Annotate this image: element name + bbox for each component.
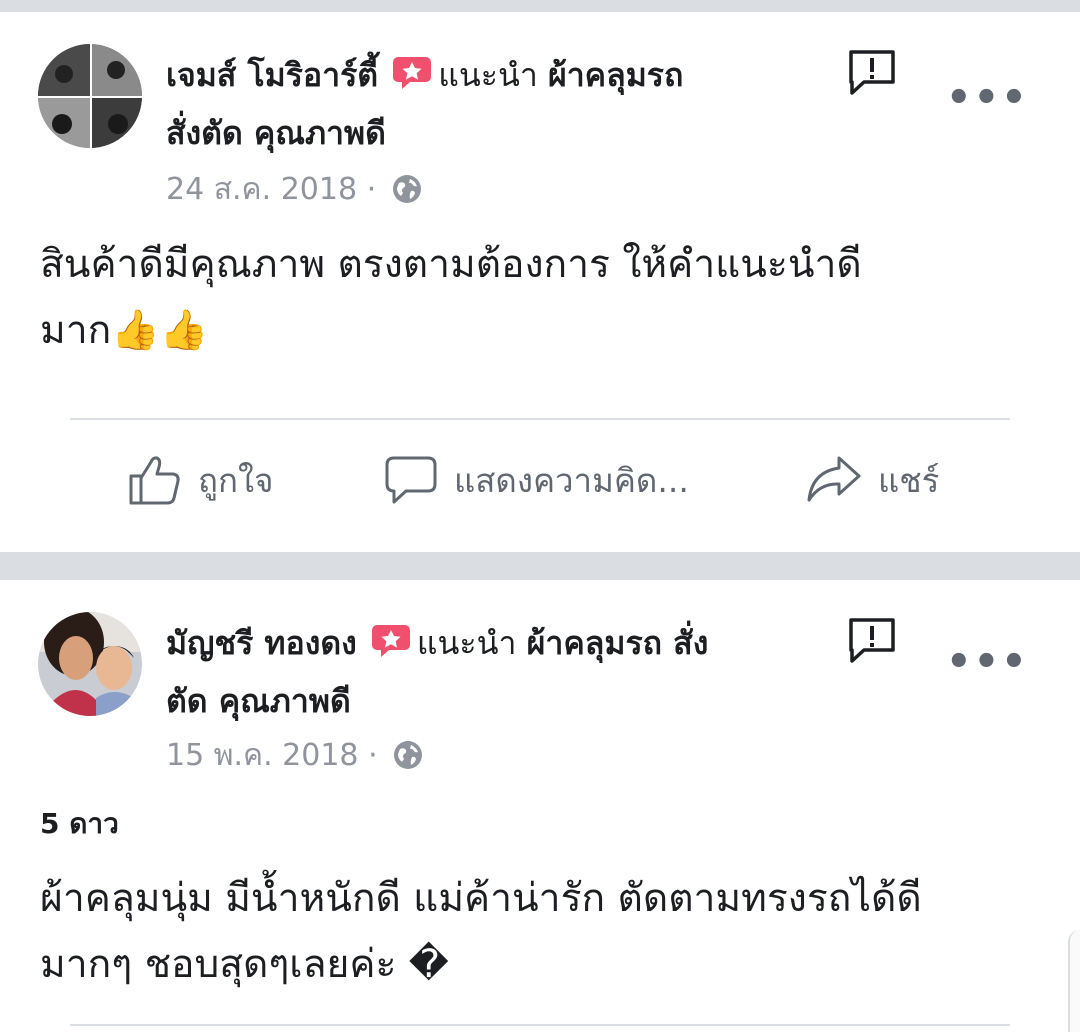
- post-header-line-2: สั่งตัด คุณภาพดี: [166, 106, 846, 160]
- page-name-continued[interactable]: ตัด คุณภาพดี: [166, 682, 351, 720]
- author-name[interactable]: มัญชรี ทองดง: [166, 624, 357, 662]
- globe-icon: [393, 740, 423, 770]
- page-name[interactable]: ผ้าคลุมรถ สั่ง: [527, 624, 709, 662]
- share-button[interactable]: แชร์: [806, 450, 939, 510]
- action-bar: ถูกใจ แสดงความคิด... แชร์: [0, 450, 1080, 510]
- comment-label: แสดงความคิด...: [454, 460, 689, 500]
- post-header-line-2: ตัด คุณภาพดี: [166, 674, 846, 728]
- review-text-line: มาก👍👍: [40, 308, 209, 353]
- feed-separator: [0, 0, 1080, 12]
- page-name[interactable]: ผ้าคลุมรถ: [548, 56, 683, 94]
- globe-icon: [392, 174, 422, 204]
- author-name[interactable]: เจมส์ โมริอาร์ตี้: [166, 56, 378, 94]
- more-dots-icon[interactable]: •••: [946, 78, 1029, 118]
- like-button[interactable]: ถูกใจ: [128, 450, 273, 510]
- recommend-label: แนะนำ: [438, 56, 538, 94]
- post-header-line: เจมส์ โมริอาร์ตี้ แนะนำ ผ้าคลุมรถ: [166, 48, 846, 102]
- page-name-continued[interactable]: สั่งตัด คุณภาพดี: [166, 114, 386, 152]
- review-text-line: มากๆ ชอบสุดๆเลยค่ะ �: [40, 942, 449, 987]
- share-label: แชร์: [878, 460, 940, 500]
- meta-separator: ·: [368, 738, 378, 773]
- review-post: เจมส์ โมริอาร์ตี้ แนะนำ ผ้าคลุมรถ สั่งตั…: [0, 12, 1080, 552]
- report-exclamation-icon[interactable]: [846, 48, 898, 98]
- divider: [70, 418, 1010, 420]
- review-text-line: ผ้าคลุมนุ่ม มีน้ำหนักดี แม่ค้าน่ารัก ตัด…: [40, 876, 922, 921]
- avatar[interactable]: [38, 44, 142, 148]
- review-text-line: สินค้าดีมีคุณภาพ ตรงตามต้องการ ให้คำแนะน…: [40, 242, 862, 287]
- meta-separator: ·: [366, 172, 377, 207]
- post-meta: 24 ส.ค. 2018 ·: [166, 170, 422, 210]
- post-date[interactable]: 15 พ.ค. 2018: [166, 738, 359, 773]
- avatar[interactable]: [38, 612, 142, 716]
- post-date[interactable]: 24 ส.ค. 2018: [166, 172, 357, 207]
- post-header-line: มัญชรี ทองดง แนะนำ ผ้าคลุมรถ สั่ง: [166, 616, 846, 670]
- divider: [70, 1024, 1010, 1026]
- rating-label: 5 ดาว: [40, 807, 119, 840]
- review-text: สินค้าดีมีคุณภาพ ตรงตามต้องการ ให้คำแนะน…: [40, 232, 1050, 364]
- post-meta: 15 พ.ค. 2018 ·: [166, 736, 423, 776]
- feed-separator: [0, 552, 1080, 580]
- report-exclamation-icon[interactable]: [846, 616, 898, 666]
- scroll-indicator[interactable]: [1068, 930, 1080, 1032]
- recommend-label: แนะนำ: [416, 624, 517, 662]
- recommend-star-icon: [371, 621, 411, 657]
- comment-button[interactable]: แสดงความคิด...: [384, 450, 689, 510]
- like-label: ถูกใจ: [198, 460, 274, 500]
- more-dots-icon[interactable]: •••: [946, 642, 1029, 682]
- share-arrow-icon: [807, 456, 861, 502]
- review-post: มัญชรี ทองดง แนะนำ ผ้าคลุมรถ สั่ง ตัด คุ…: [0, 580, 1080, 1032]
- thumbs-up-icon: [129, 456, 180, 505]
- review-text: ผ้าคลุมนุ่ม มีน้ำหนักดี แม่ค้าน่ารัก ตัด…: [40, 866, 1050, 998]
- recommend-star-icon: [392, 53, 432, 89]
- comment-bubble-icon: [385, 456, 437, 504]
